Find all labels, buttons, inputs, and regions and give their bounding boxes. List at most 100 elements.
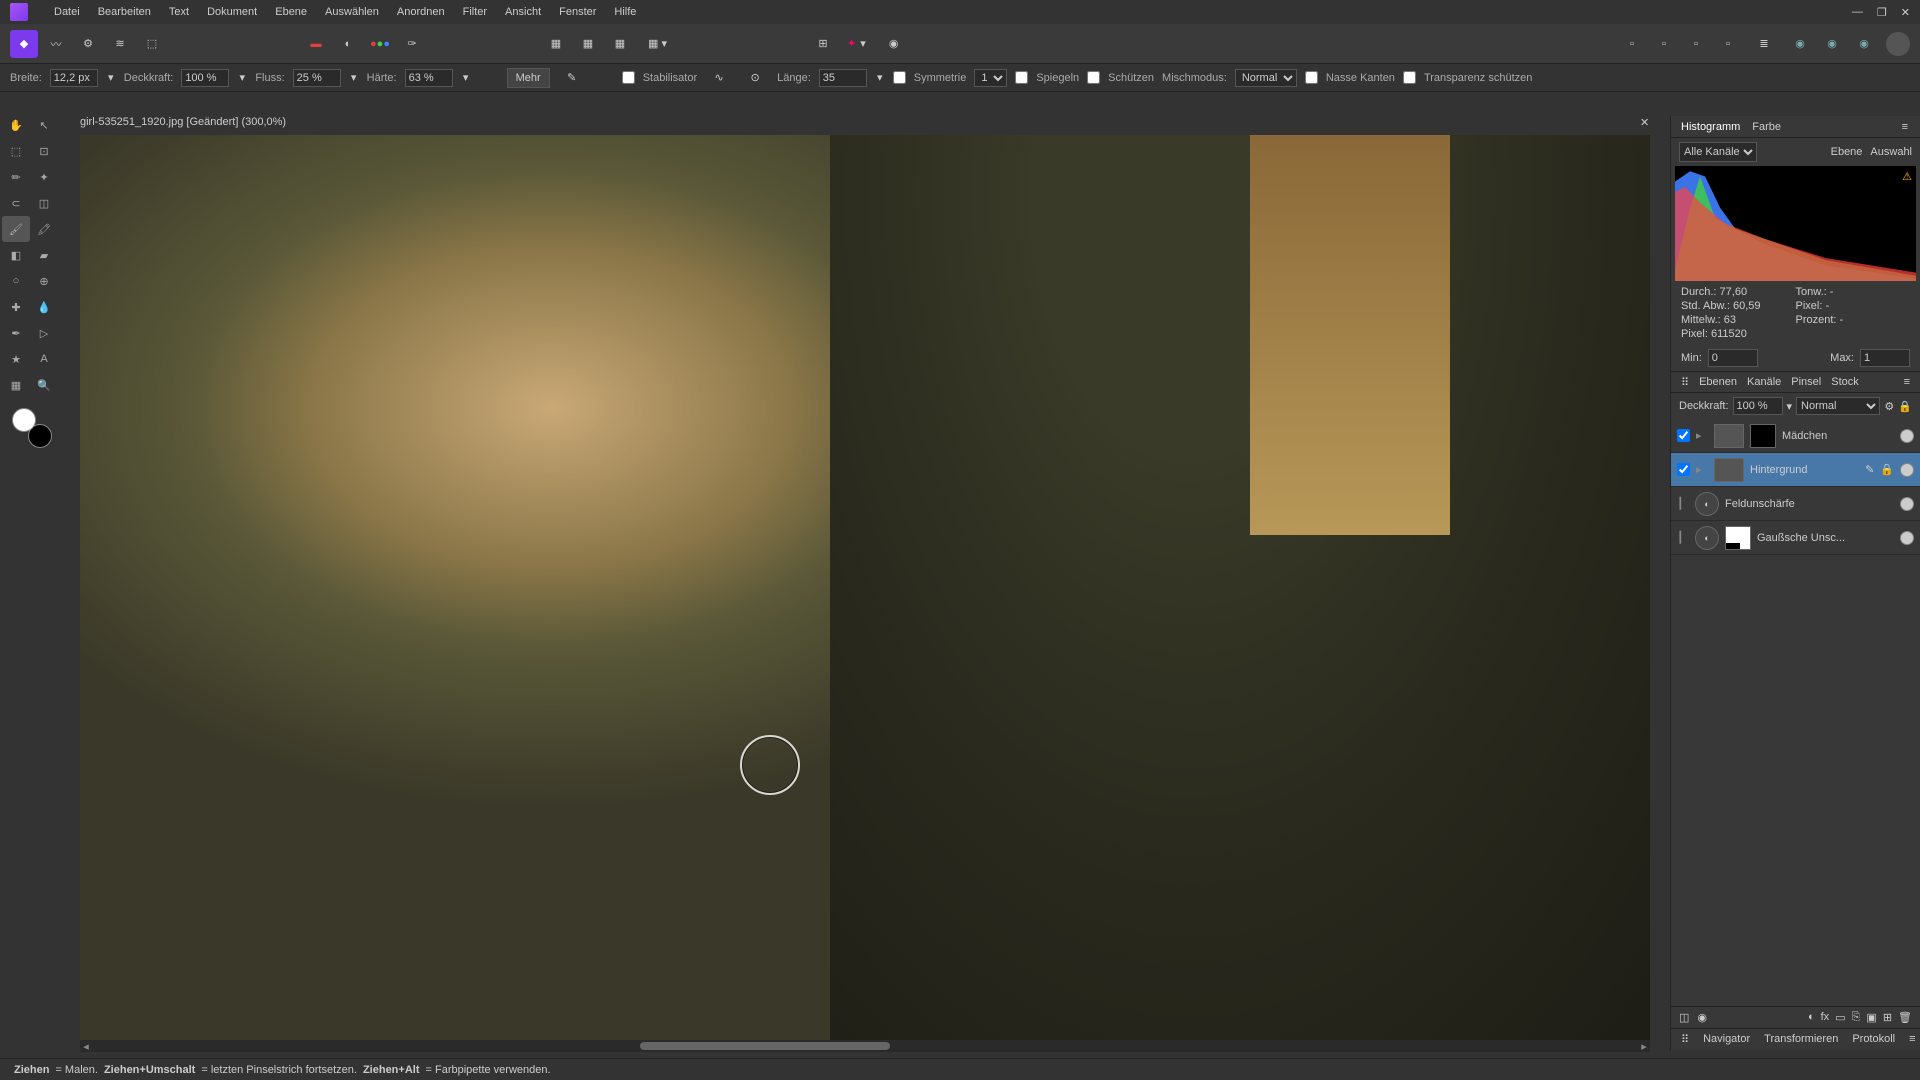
add-layer-icon[interactable]: ⊞ xyxy=(1883,1011,1892,1024)
min-input[interactable] xyxy=(1708,349,1758,367)
layer-row[interactable]: ┃ ◐ Feldunschärfe xyxy=(1671,487,1920,521)
opacity-input[interactable] xyxy=(181,69,229,87)
expand-icon[interactable]: ▸ xyxy=(1696,429,1708,442)
window-close-icon[interactable]: ✕ xyxy=(1901,6,1910,19)
layers-menu-icon[interactable]: ≡ xyxy=(1904,376,1910,388)
menu-document[interactable]: Dokument xyxy=(207,6,257,18)
mask-icon[interactable]: ▭ xyxy=(1835,1011,1845,1024)
rope-icon[interactable]: ∿ xyxy=(705,64,733,92)
layer-row[interactable]: ▸ Mädchen xyxy=(1671,419,1920,453)
persona-export-icon[interactable]: ⬚ xyxy=(138,30,166,58)
arrange-2-icon[interactable]: ▫ xyxy=(1650,30,1678,58)
layer-mask-thumb-icon[interactable] xyxy=(1725,526,1751,550)
hardness-input[interactable] xyxy=(405,69,453,87)
channel-select[interactable]: Alle Kanäle xyxy=(1679,142,1757,162)
persona-photo-icon[interactable]: ◆ xyxy=(10,30,38,58)
tab-color[interactable]: Farbe xyxy=(1752,121,1781,133)
quickmask-icon[interactable]: ◉ xyxy=(880,30,908,58)
node-tool-icon[interactable]: ▷ xyxy=(30,320,58,346)
tab-stock[interactable]: Stock xyxy=(1831,376,1859,388)
layer-check[interactable] xyxy=(1677,463,1690,476)
symmetry-select[interactable]: 1 xyxy=(974,69,1007,87)
snap-right-icon[interactable]: ▦ xyxy=(606,30,634,58)
menu-view[interactable]: Ansicht xyxy=(505,6,541,18)
group-icon[interactable]: ▣ xyxy=(1866,1011,1876,1024)
align-icon[interactable]: ≣ xyxy=(1750,30,1778,58)
cloud-1-icon[interactable]: ◉ xyxy=(1786,30,1814,58)
transp-checkbox[interactable] xyxy=(1403,71,1416,84)
swatch-rgb-icon[interactable]: ●●● xyxy=(366,30,394,58)
expand-icon[interactable]: ┃ xyxy=(1677,497,1689,510)
more-button[interactable]: Mehr xyxy=(507,68,550,88)
layer-gear-icon[interactable]: ⚙ xyxy=(1884,400,1894,413)
wet-checkbox[interactable] xyxy=(1305,71,1318,84)
force-pressure-icon[interactable]: ✎ xyxy=(558,64,586,92)
cloud-3-icon[interactable]: ◉ xyxy=(1850,30,1878,58)
visibility-toggle-icon[interactable] xyxy=(1900,531,1914,545)
edit-icon[interactable]: ✎ xyxy=(1865,463,1874,476)
document-close-icon[interactable]: ✕ xyxy=(1640,116,1649,129)
expand-icon[interactable]: ▸ xyxy=(1696,463,1708,476)
fx-icon[interactable]: fx xyxy=(1821,1011,1830,1024)
move-tool-icon[interactable]: ↖ xyxy=(30,112,58,138)
layer-row[interactable]: ┃ ◐ Gaußsche Unsc... xyxy=(1671,521,1920,555)
max-input[interactable] xyxy=(1860,349,1910,367)
menu-select[interactable]: Auswählen xyxy=(325,6,379,18)
paint-brush-icon[interactable]: 🖌 xyxy=(2,216,30,242)
persona-liquify-icon[interactable]: 〰 xyxy=(42,30,70,58)
mask-edit-icon[interactable]: ◫ xyxy=(1679,1011,1689,1024)
flow-chevron-icon[interactable]: ▾ xyxy=(349,71,359,84)
snap-center-icon[interactable]: ▦ xyxy=(574,30,602,58)
zoom-tool-icon[interactable]: 🔍 xyxy=(30,372,58,398)
mirror-checkbox[interactable] xyxy=(1015,71,1028,84)
canvas[interactable] xyxy=(80,135,1650,1045)
hand-tool-icon[interactable]: ✋ xyxy=(2,112,30,138)
mesh-tool-icon[interactable]: ▦ xyxy=(2,372,30,398)
menu-text[interactable]: Text xyxy=(169,6,189,18)
drag-handle-icon[interactable]: ⠿ xyxy=(1681,1033,1689,1046)
histogram-selection-button[interactable]: Auswahl xyxy=(1870,146,1912,158)
persona-develop-icon[interactable]: ⚙ xyxy=(74,30,102,58)
assist-icon[interactable]: ⊞ xyxy=(809,30,837,58)
opacity-chevron-icon[interactable]: ▾ xyxy=(237,71,247,84)
layer-name[interactable]: Hintergrund xyxy=(1750,464,1859,476)
adjustment-icon[interactable]: ◐ xyxy=(1808,1011,1815,1024)
assist-dropdown[interactable]: ✦ ▾ xyxy=(841,37,872,50)
tab-history[interactable]: Protokoll xyxy=(1852,1033,1895,1046)
tab-channels[interactable]: Kanäle xyxy=(1747,376,1781,388)
warning-icon[interactable]: ⚠ xyxy=(1902,170,1912,183)
scrollbar-thumb[interactable] xyxy=(640,1042,890,1050)
symmetry-checkbox[interactable] xyxy=(893,71,906,84)
scroll-left-icon[interactable]: ◂ xyxy=(80,1040,92,1053)
crop-tool-icon[interactable]: ⊡ xyxy=(30,138,58,164)
layer-opacity-chevron-icon[interactable]: ▾ xyxy=(1787,400,1793,413)
layer-name[interactable]: Mädchen xyxy=(1782,430,1894,442)
visibility-toggle-icon[interactable] xyxy=(1900,429,1914,443)
swatch-picker-icon[interactable]: ✑ xyxy=(398,30,426,58)
foreground-color-icon[interactable] xyxy=(12,408,36,432)
delete-layer-icon[interactable]: 🗑 xyxy=(1898,1011,1912,1024)
width-chevron-icon[interactable]: ▾ xyxy=(106,71,116,84)
horizontal-scrollbar[interactable]: ◂ ▸ xyxy=(80,1040,1650,1052)
lasso-tool-icon[interactable]: ⊂ xyxy=(2,190,30,216)
layer-blend-select[interactable]: Normal xyxy=(1796,397,1880,415)
layer-name[interactable]: Feldunschärfe xyxy=(1725,498,1894,510)
arrange-4-icon[interactable]: ▫ xyxy=(1714,30,1742,58)
cloud-2-icon[interactable]: ◉ xyxy=(1818,30,1846,58)
tab-navigator[interactable]: Navigator xyxy=(1703,1033,1750,1046)
tab-layers[interactable]: Ebenen xyxy=(1699,376,1737,388)
layer-mask-thumb-icon[interactable] xyxy=(1750,424,1776,448)
scroll-right-icon[interactable]: ▸ xyxy=(1638,1040,1650,1053)
fill-tool-icon[interactable]: ▰ xyxy=(30,242,58,268)
color-swatch[interactable] xyxy=(12,408,52,448)
erase-tool-icon[interactable]: ◧ xyxy=(2,242,30,268)
tab-histogram[interactable]: Histogramm xyxy=(1681,121,1740,133)
menu-window[interactable]: Fenster xyxy=(559,6,596,18)
lock-icon[interactable]: 🔒 xyxy=(1880,463,1894,476)
menu-filter[interactable]: Filter xyxy=(463,6,487,18)
swatch-red-icon[interactable]: ▬ xyxy=(302,30,330,58)
arrange-3-icon[interactable]: ▫ xyxy=(1682,30,1710,58)
shape-tool-icon[interactable]: ★ xyxy=(2,346,30,372)
persona-tone-icon[interactable]: ≋ xyxy=(106,30,134,58)
layer-name[interactable]: Gaußsche Unsc... xyxy=(1757,532,1894,544)
